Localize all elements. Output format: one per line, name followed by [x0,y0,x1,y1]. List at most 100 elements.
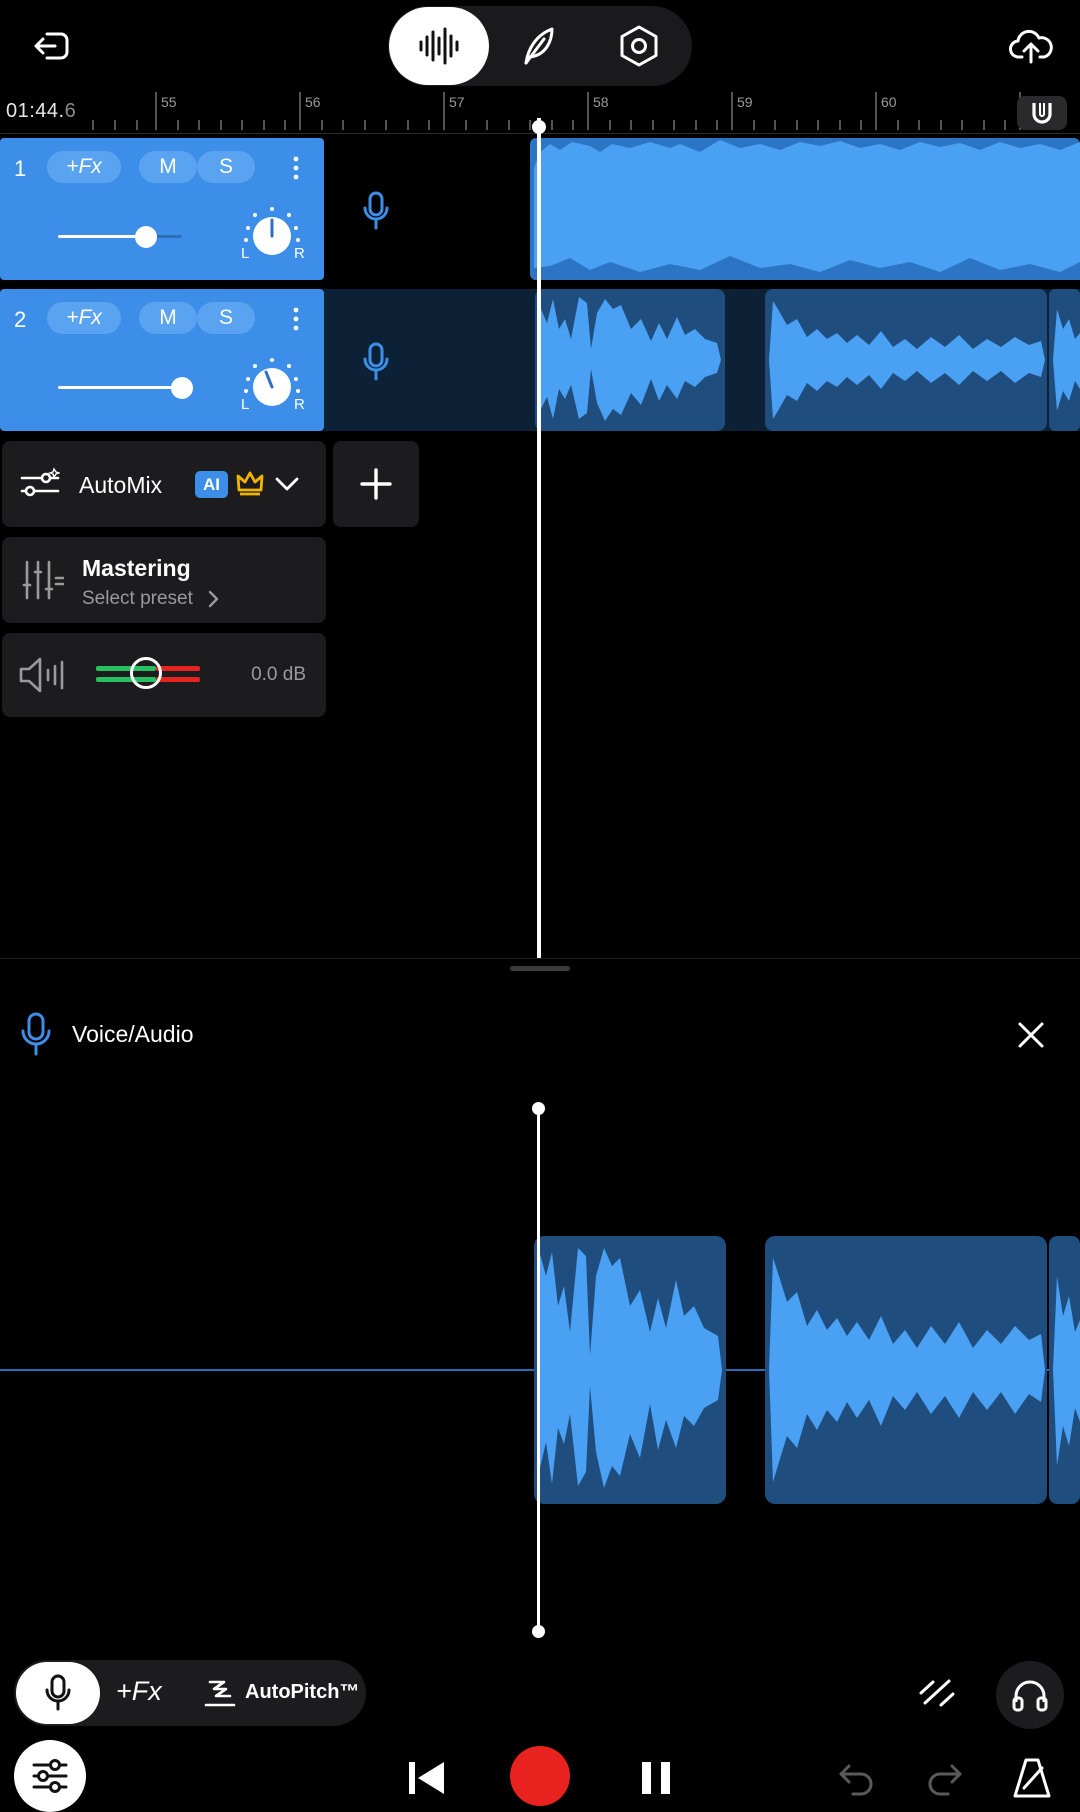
snap-toggle[interactable] [1017,96,1067,130]
metronome-button[interactable] [1008,1752,1056,1804]
track-1-audio-clip[interactable] [530,138,1080,280]
track-2-clip-1-waveform [535,289,725,431]
ruler-label-59: 59 [737,94,753,110]
track-1-pan-right: R [294,245,305,262]
track-1-input-mic[interactable] [352,186,400,236]
chevron-right-icon [206,589,220,609]
editor-clip-1[interactable] [534,1236,726,1504]
cloud-upload-icon [1009,29,1053,64]
skip-back-icon [409,1762,444,1794]
ai-badge: AI [195,471,228,498]
settings-hex-icon [620,25,658,67]
track-2-number: 2 [14,307,27,332]
redo-button[interactable] [921,1756,967,1802]
settings-mode-button[interactable] [604,12,674,80]
plus-icon [360,468,392,500]
close-icon [1018,1022,1044,1048]
ruler-label-55: 55 [161,94,177,110]
resize-handle[interactable] [510,966,570,971]
back-button[interactable] [20,20,82,72]
waveform-mode-button[interactable] [389,7,489,85]
playhead-line[interactable] [537,118,541,958]
mic-icon [363,342,389,381]
add-track-button[interactable] [333,441,419,527]
track-2-menu-icon[interactable] [292,305,300,333]
crown-icon [236,469,264,497]
waveform-icon [419,27,459,65]
track-2-fx-button[interactable]: +Fx [47,302,121,334]
record-button[interactable] [510,1746,570,1806]
ruler-label-56: 56 [305,94,321,110]
autopitch-icon [204,1677,236,1709]
track-2-volume-fill [58,386,182,389]
mic-icon [45,1674,71,1711]
voice-tool-button[interactable] [16,1662,100,1724]
editor-playhead-bottom-handle[interactable] [532,1625,545,1638]
ruler-label-57: 57 [449,94,465,110]
equalizer-icon [20,558,64,602]
autopitch-button[interactable]: AutoPitch™ [245,1681,359,1704]
voice-mic-icon [20,1012,52,1056]
track-2-clip-2-waveform [765,289,1047,431]
track-1-fx-button[interactable]: +Fx [47,151,121,183]
track-1-solo-button[interactable]: S [197,151,255,183]
fx-tool-button[interactable]: +Fx [116,1676,162,1707]
redo-icon [928,1764,962,1796]
magnet-icon [1032,103,1052,124]
editor-clip-3[interactable] [1049,1236,1080,1504]
track-2-clip-1[interactable] [535,289,725,431]
lyrics-mode-button[interactable] [503,12,573,80]
pause-icon [642,1762,670,1794]
track-2-input-mic[interactable] [352,337,400,387]
track-2-clip-3-waveform [1049,289,1080,431]
mic-icon [363,191,389,230]
panel-divider [0,958,1080,959]
editor-clip-2[interactable] [765,1236,1047,1504]
editor-clip-2-waveform [765,1236,1047,1504]
track-2-pan-right: R [294,396,305,413]
rewind-button[interactable] [400,1752,452,1804]
track-2-volume-knob[interactable] [171,377,193,399]
master-volume-value: 0.0 dB [251,664,306,685]
editor-playhead-line[interactable] [537,1108,540,1632]
track-1-number: 1 [14,156,27,181]
metronome-icon [1013,1758,1051,1798]
undo-icon [839,1764,873,1796]
track-2-solo-button[interactable]: S [197,302,255,334]
mixer-sliders-icon [20,467,60,501]
track-1-volume-knob[interactable] [135,226,157,248]
editor-clip-3-waveform [1049,1236,1080,1504]
track-1-volume-fill [58,235,146,238]
track-1-waveform [530,138,1080,280]
track-2-clip-3[interactable] [1049,289,1080,431]
back-icon [34,32,69,60]
ruler-label-60: 60 [881,94,897,110]
playhead-handle[interactable] [532,120,546,134]
editor-playhead-top-handle[interactable] [532,1102,545,1115]
slash-tool-icon [919,1679,955,1707]
chevron-down-icon[interactable] [274,474,300,494]
mastering-preset-link[interactable]: Select preset [82,588,193,610]
speaker-icon [18,654,66,696]
undo-button[interactable] [834,1756,880,1802]
track-2-pan-left: L [241,396,250,413]
master-volume-knob[interactable] [130,657,162,689]
track-1-pan-left: L [241,245,250,262]
split-tool-button[interactable] [912,1670,962,1716]
monitor-button[interactable] [996,1661,1064,1729]
track-2-clip-2[interactable] [765,289,1047,431]
close-editor-button[interactable] [1010,1014,1052,1056]
editor-clip-1-waveform [534,1236,726,1504]
track-1-menu-icon[interactable] [292,154,300,182]
ruler-label-58: 58 [593,94,609,110]
upload-button[interactable] [1000,20,1062,72]
track-1-mute-button[interactable]: M [139,151,197,183]
editor-title: Voice/Audio [72,1021,194,1047]
mixer-settings-button[interactable] [14,1740,86,1812]
automix-label: AutoMix [79,472,163,498]
headphones-icon [1012,1680,1048,1712]
feather-icon [524,27,554,65]
track-2-mute-button[interactable]: M [139,302,197,334]
mastering-title: Mastering [82,555,191,581]
pause-button[interactable] [630,1752,682,1804]
